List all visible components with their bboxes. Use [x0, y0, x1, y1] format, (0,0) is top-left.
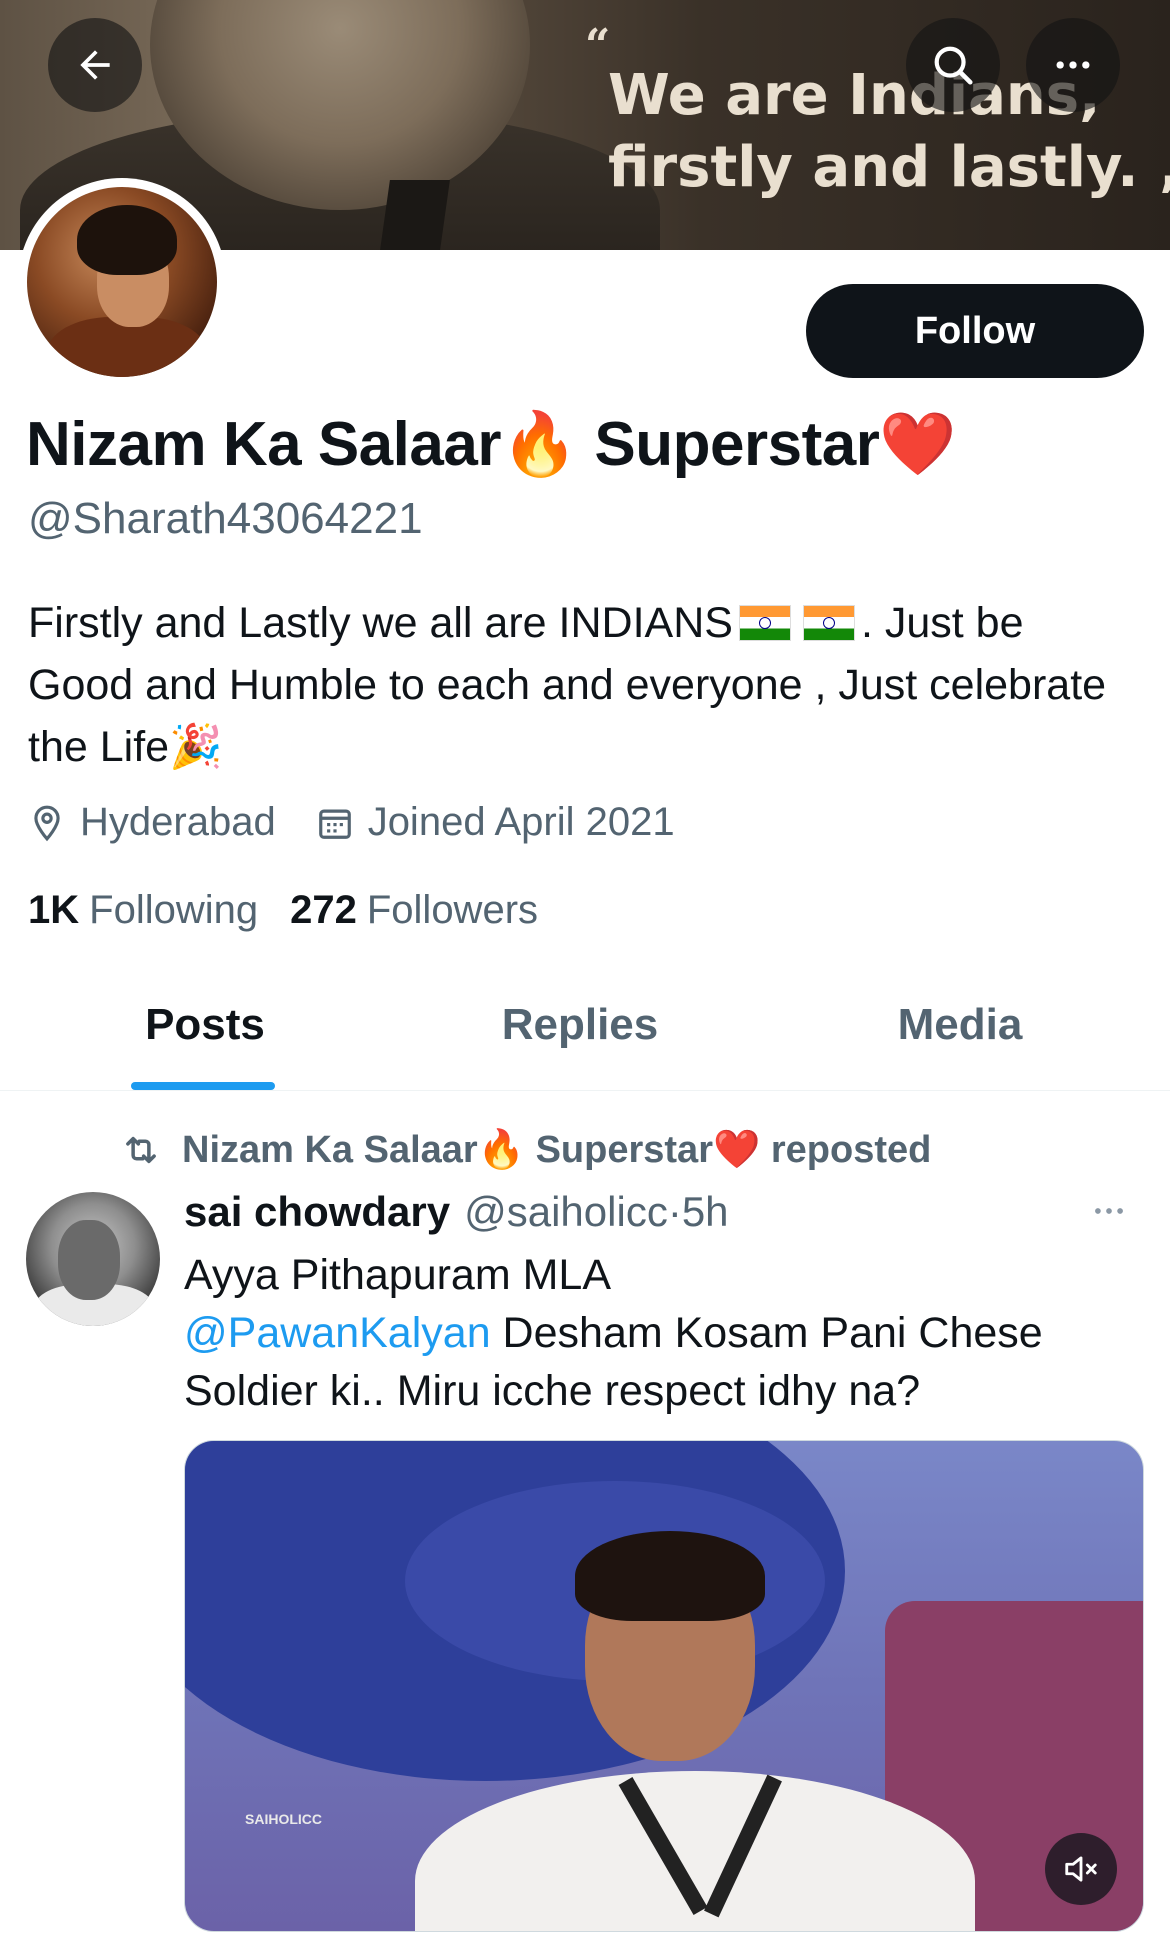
post-header: sai chowdary @saiholicc · 5h: [184, 1188, 729, 1236]
profile-bio: Firstly and Lastly we all are INDIANS. J…: [28, 592, 1128, 778]
following-count: 1K: [28, 888, 80, 932]
arrow-left-icon: [80, 50, 110, 80]
post-more-button[interactable]: [1090, 1192, 1128, 1235]
more-options-button[interactable]: [1026, 18, 1120, 112]
search-button[interactable]: [906, 18, 1000, 112]
profile-location: Hyderabad: [28, 800, 276, 845]
followers-count: 272: [290, 888, 357, 932]
banner-quote-line2: firstly and lastly. „: [608, 135, 1170, 200]
repost-indicator[interactable]: Nizam Ka Salaar🔥 Superstar❤️ reposted: [120, 1128, 931, 1172]
media-person-hair: [575, 1531, 765, 1621]
tab-media[interactable]: Media: [845, 960, 1075, 1090]
profile-stats: 1K Following 272 Followers: [28, 888, 570, 933]
profile-display-name: Nizam Ka Salaar🔥 Superstar❤️: [26, 410, 957, 479]
repost-icon: [126, 1136, 156, 1164]
mute-button[interactable]: [1045, 1833, 1117, 1905]
active-tab-indicator: [131, 1082, 275, 1090]
post-author-handle[interactable]: @saiholicc: [464, 1188, 668, 1236]
post-mention-link[interactable]: @PawanKalyan: [184, 1309, 491, 1357]
profile-tabs: Posts Replies Media: [0, 960, 1170, 1091]
profile-handle: @Sharath43064221: [28, 494, 423, 543]
follow-button[interactable]: Follow: [806, 284, 1144, 378]
banner-figure-tie: [380, 180, 450, 250]
post-text-line2: @PawanKalyan Desham Kosam Pani Chese Sol…: [184, 1304, 1104, 1420]
search-icon: [934, 46, 973, 85]
following-link[interactable]: 1K Following: [28, 888, 258, 933]
more-horizontal-icon: [1056, 61, 1090, 69]
joined-text: Joined April 2021: [367, 800, 675, 844]
post-author-name[interactable]: sai chowdary: [184, 1188, 450, 1236]
repost-text: Nizam Ka Salaar🔥 Superstar❤️ reposted: [182, 1129, 932, 1171]
location-text: Hyderabad: [80, 800, 276, 844]
avatar-image: [27, 187, 217, 377]
post-author-avatar[interactable]: [26, 1192, 160, 1326]
tab-posts[interactable]: Posts: [90, 960, 320, 1090]
more-horizontal-icon: [1095, 1208, 1123, 1214]
bio-text-part1: Firstly and Lastly we all are INDIANS: [28, 599, 733, 647]
profile-avatar[interactable]: [18, 178, 226, 386]
post-text-line1: Ayya Pithapuram MLA: [184, 1251, 612, 1299]
post-body: Ayya Pithapuram MLA @PawanKalyan Desham …: [184, 1246, 1104, 1420]
profile-meta: Hyderabad Joined April 2021: [28, 800, 715, 845]
india-flag-icon: [802, 605, 855, 641]
following-label: Following: [89, 888, 259, 932]
india-flag-icon: [738, 605, 791, 641]
location-pin-icon: [34, 805, 60, 841]
followers-link[interactable]: 272 Followers: [290, 888, 538, 933]
calendar-icon: [318, 809, 351, 839]
post-separator-dot: ·: [667, 1188, 682, 1235]
back-button[interactable]: [48, 18, 142, 112]
banner-quote-mark: “: [585, 20, 611, 71]
avatar-figure-hair: [77, 205, 177, 275]
media-watermark: SAIHOLICC: [245, 1811, 322, 1827]
post-avatar-face: [58, 1220, 120, 1300]
post-media-video[interactable]: SAIHOLICC: [184, 1440, 1144, 1932]
speaker-muted-icon: [1065, 1856, 1097, 1882]
tab-replies[interactable]: Replies: [460, 960, 700, 1090]
post-time[interactable]: 5h: [682, 1188, 729, 1236]
followers-label: Followers: [366, 888, 539, 932]
profile-joined: Joined April 2021: [316, 800, 675, 845]
